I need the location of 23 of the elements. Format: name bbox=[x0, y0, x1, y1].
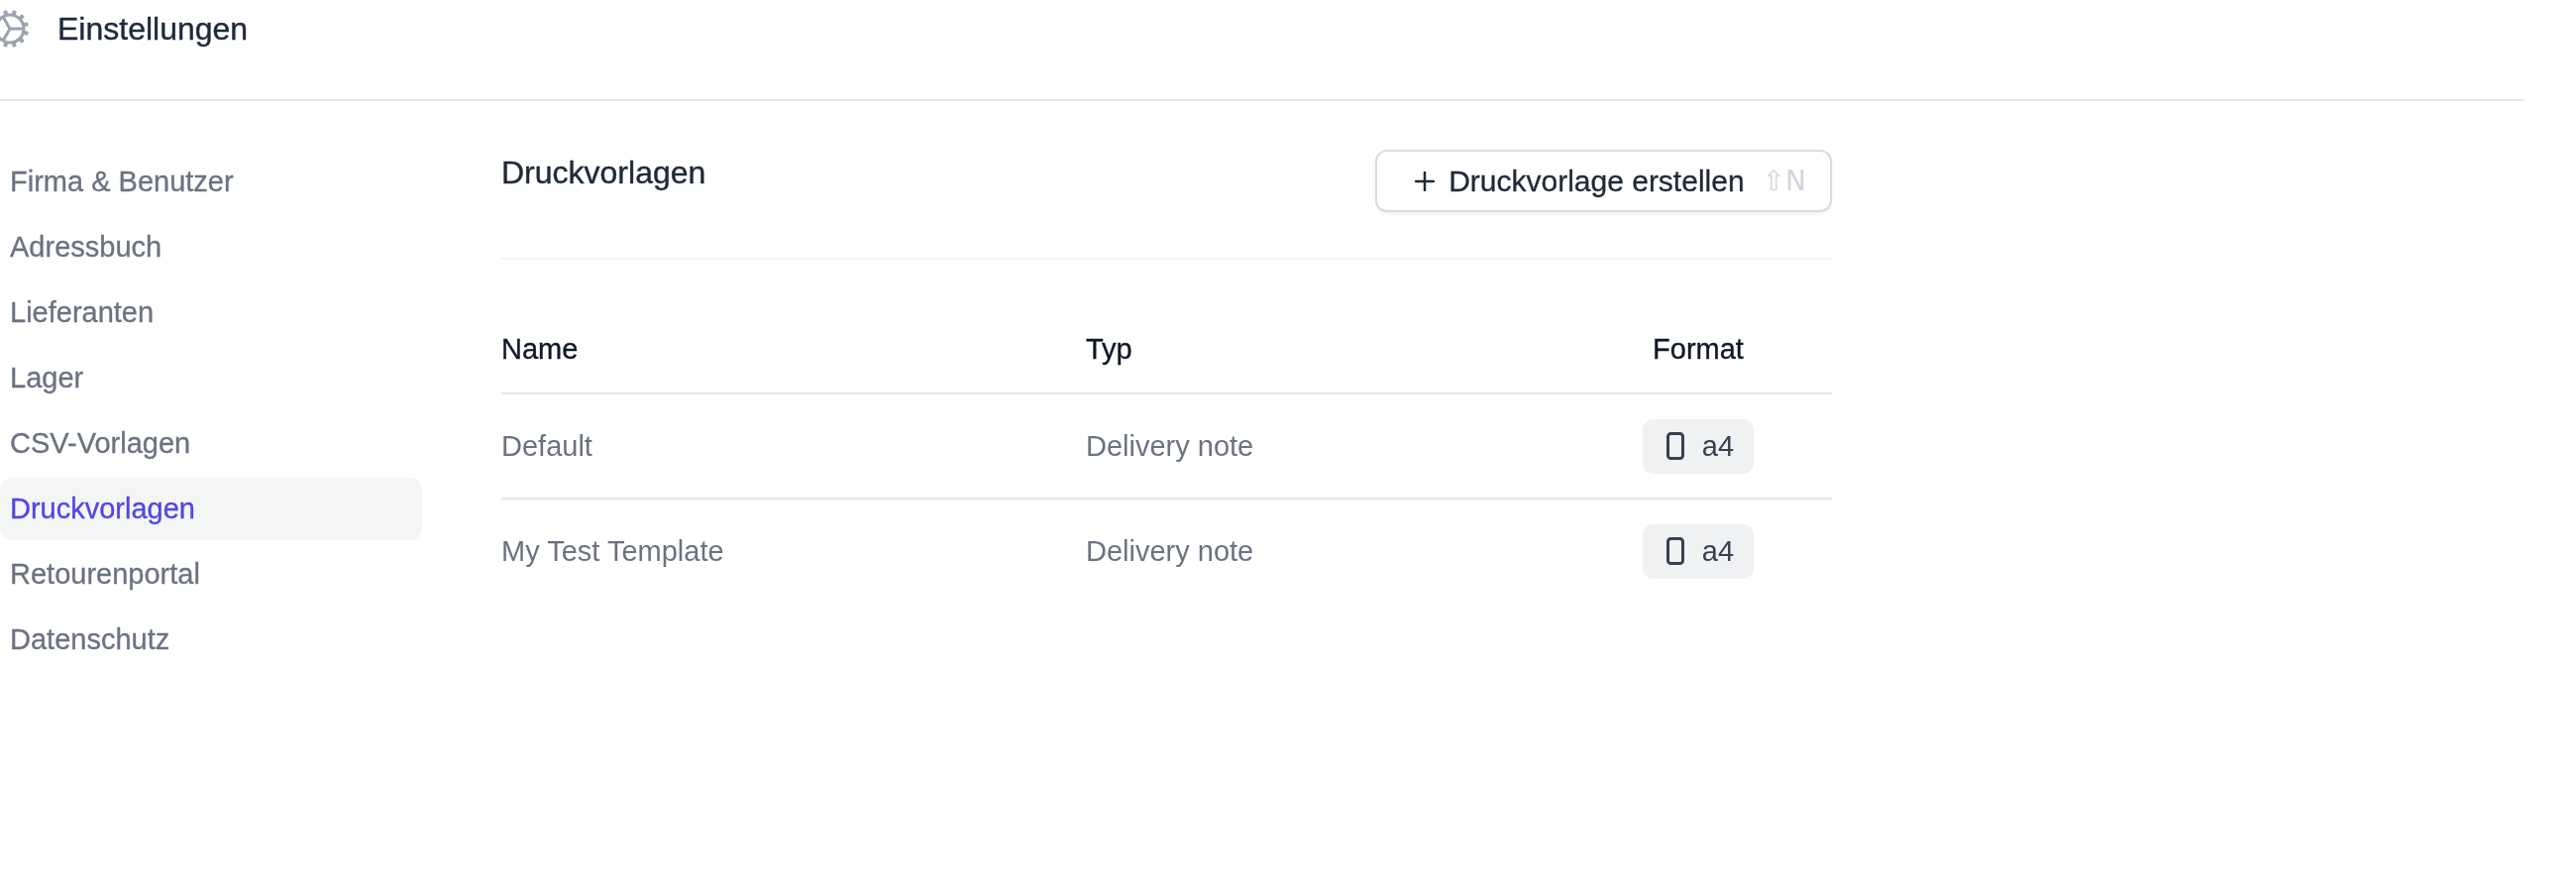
column-header: Name bbox=[501, 332, 579, 366]
sidebar-item[interactable]: Firma & Benutzer bbox=[0, 151, 422, 213]
portrait-page-icon bbox=[1665, 537, 1684, 565]
table-cell: My Test Template bbox=[501, 534, 724, 568]
sidebar-item[interactable]: Adressbuch bbox=[0, 216, 422, 279]
sidebar-item[interactable]: CSV-Vorlagen bbox=[0, 412, 422, 475]
sidebar-item[interactable]: Druckvorlagen bbox=[0, 478, 422, 540]
table-cell: Default bbox=[501, 429, 592, 463]
portrait-page-icon bbox=[1665, 432, 1684, 460]
format-value: a4 bbox=[1701, 534, 1735, 568]
settings-icon bbox=[0, 10, 29, 48]
sidebar-item[interactable]: Lieferanten bbox=[0, 281, 422, 344]
sidebar-item[interactable]: Lager bbox=[0, 347, 422, 409]
table-cell: Delivery note bbox=[1086, 534, 1254, 568]
sidebar-item[interactable]: Datenschutz bbox=[0, 609, 422, 671]
table-cell: Delivery note bbox=[1086, 429, 1254, 463]
plus-icon bbox=[1415, 170, 1436, 191]
column-header: Typ bbox=[1086, 332, 1132, 366]
format-value: a4 bbox=[1701, 429, 1735, 463]
sidebar-item[interactable]: Retourenportal bbox=[0, 543, 422, 606]
column-header: Format bbox=[1653, 332, 1744, 366]
page-title: Einstellungen bbox=[57, 10, 249, 48]
section-title: Druckvorlagen bbox=[501, 154, 706, 192]
